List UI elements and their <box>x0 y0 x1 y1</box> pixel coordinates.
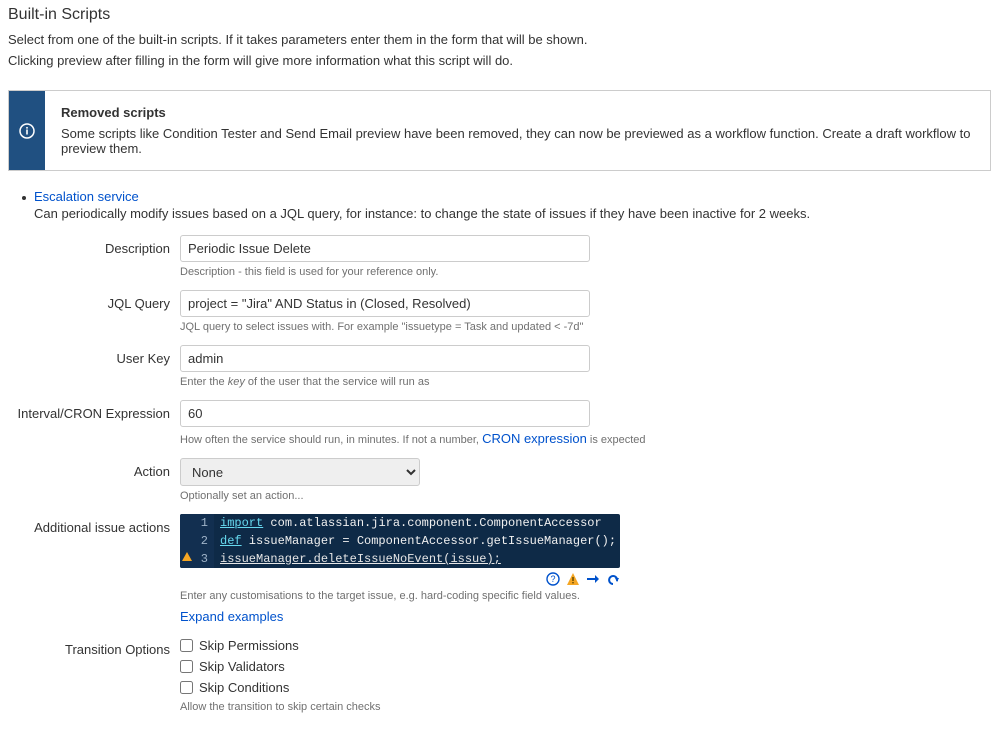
action-select[interactable]: None <box>180 458 420 486</box>
bullet-icon <box>22 196 26 200</box>
skip-permissions-label: Skip Permissions <box>199 638 299 653</box>
skip-conditions-option[interactable]: Skip Conditions <box>180 680 991 695</box>
description-label: Description <box>8 235 180 258</box>
action-help: Optionally set an action... <box>180 490 991 502</box>
jql-label: JQL Query <box>8 290 180 313</box>
interval-input[interactable] <box>180 400 590 427</box>
escalation-service-desc: Can periodically modify issues based on … <box>34 206 991 221</box>
additional-actions-help: Enter any customisations to the target i… <box>180 590 991 602</box>
transition-help: Allow the transition to skip certain che… <box>180 701 991 713</box>
userkey-label: User Key <box>8 345 180 368</box>
code-gutter-3: 3 <box>180 550 214 568</box>
removed-scripts-banner: Removed scripts Some scripts like Condit… <box>8 90 991 171</box>
help-icon[interactable]: ? <box>546 572 560 586</box>
banner-message: Some scripts like Condition Tester and S… <box>61 126 974 156</box>
page-title: Built-in Scripts <box>8 6 991 24</box>
skip-validators-label: Skip Validators <box>199 659 285 674</box>
banner-title: Removed scripts <box>61 105 974 120</box>
additional-actions-code-editor[interactable]: 1 import com.atlassian.jira.component.Co… <box>180 514 620 568</box>
description-input[interactable] <box>180 235 590 262</box>
intro-line-1: Select from one of the built-in scripts.… <box>8 32 991 47</box>
undo-icon[interactable] <box>606 572 620 586</box>
run-arrow-icon[interactable] <box>586 572 600 586</box>
skip-validators-checkbox[interactable] <box>180 660 193 673</box>
userkey-input[interactable] <box>180 345 590 372</box>
interval-help: How often the service should run, in min… <box>180 431 991 446</box>
interval-label: Interval/CRON Expression <box>8 400 180 423</box>
escalation-service-link[interactable]: Escalation service <box>34 189 139 204</box>
skip-conditions-label: Skip Conditions <box>199 680 289 695</box>
description-help: Description - this field is used for you… <box>180 266 991 278</box>
skip-permissions-checkbox[interactable] <box>180 639 193 652</box>
skip-conditions-checkbox[interactable] <box>180 681 193 694</box>
expand-examples-link[interactable]: Expand examples <box>180 609 283 624</box>
additional-actions-label: Additional issue actions <box>8 514 180 537</box>
transition-options-label: Transition Options <box>8 636 180 659</box>
action-label: Action <box>8 458 180 481</box>
skip-validators-option[interactable]: Skip Validators <box>180 659 991 674</box>
code-gutter-2: 2 <box>180 532 214 550</box>
warning-triangle-icon[interactable] <box>566 572 580 586</box>
jql-input[interactable] <box>180 290 590 317</box>
info-icon <box>9 91 45 170</box>
cron-expression-link[interactable]: CRON expression <box>482 431 587 446</box>
userkey-help: Enter the key of the user that the servi… <box>180 376 991 388</box>
jql-help: JQL query to select issues with. For exa… <box>180 321 991 333</box>
svg-text:?: ? <box>550 574 555 584</box>
code-gutter-1: 1 <box>180 514 214 532</box>
skip-permissions-option[interactable]: Skip Permissions <box>180 638 991 653</box>
intro-line-2: Clicking preview after filling in the fo… <box>8 53 991 68</box>
warning-icon <box>182 552 192 561</box>
